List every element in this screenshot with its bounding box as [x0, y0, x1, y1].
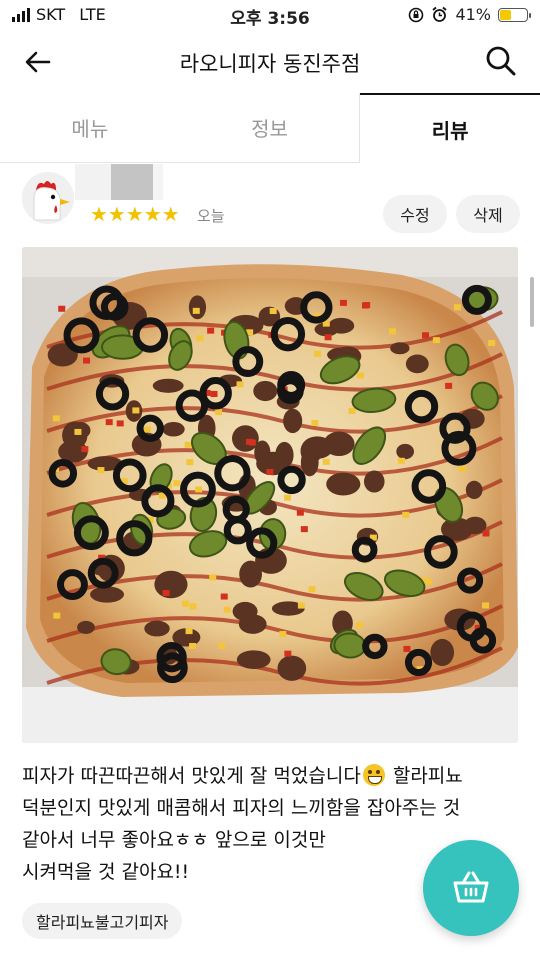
- app-header: 라오니피자 동진주점: [0, 30, 540, 92]
- page-title: 라오니피자 동진주점: [179, 52, 361, 76]
- review-line-1b: 할라피뇨: [386, 765, 463, 787]
- menu-tag[interactable]: 할라피뇨불고기피자: [22, 903, 183, 939]
- search-button[interactable]: [484, 44, 518, 78]
- review-line-1: 피자가 따끈따끈해서 맛있게 잘 먹었습니다: [22, 765, 361, 787]
- review-line-4: 시켜먹을 것 같아요!!: [22, 861, 190, 883]
- delete-button[interactable]: 삭제: [456, 195, 520, 233]
- tab-menu[interactable]: 메뉴: [0, 93, 180, 163]
- alarm-icon: [432, 6, 448, 22]
- review-photo[interactable]: [22, 247, 518, 743]
- status-bar: SKT LTE 오후 3:56 41%: [0, 0, 540, 30]
- screen-lock-icon: [409, 7, 424, 22]
- battery-icon: [498, 7, 531, 22]
- scrollbar[interactable]: [530, 277, 534, 327]
- grinning-face-emoji: [362, 764, 385, 786]
- reviewer-name-masked: [75, 164, 163, 200]
- status-right: 41%: [408, 5, 531, 24]
- search-icon: [486, 46, 516, 76]
- rating-stars: ★★★★★: [90, 202, 180, 226]
- pizza-image: [22, 247, 518, 743]
- review-date: 오늘: [197, 207, 225, 225]
- battery-percent: 41%: [455, 5, 491, 24]
- rooster-avatar-icon: [22, 172, 74, 224]
- tab-review[interactable]: 리뷰: [360, 93, 540, 163]
- tab-bar: 메뉴 정보 리뷰: [0, 93, 540, 163]
- review-line-2: 덕분인지 맛있게 매콤해서 피자의 느끼함을 잡아주는 것: [22, 797, 461, 819]
- review-line-3: 같아서 너무 좋아요ㅎㅎ 앞으로 이것만: [22, 829, 326, 851]
- shopping-basket-icon: [453, 871, 489, 903]
- cart-button[interactable]: [423, 840, 519, 936]
- tab-info[interactable]: 정보: [179, 93, 361, 163]
- avatar[interactable]: [22, 172, 74, 224]
- edit-button[interactable]: 수정: [383, 195, 447, 233]
